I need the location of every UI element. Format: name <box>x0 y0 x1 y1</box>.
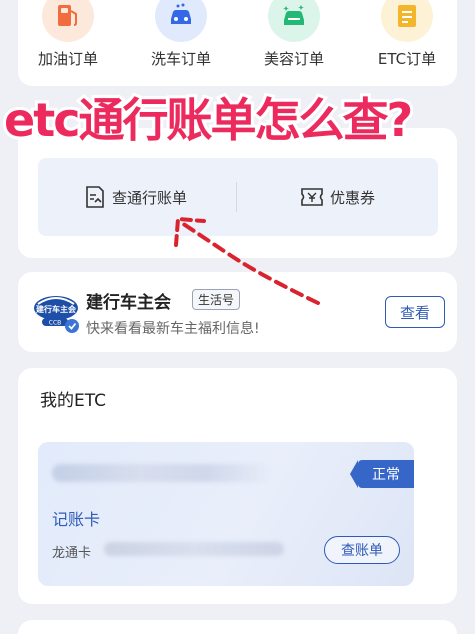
club-view-button[interactable]: 查看 <box>385 296 445 328</box>
query-toll-bill-label: 查通行账单 <box>112 188 188 207</box>
bill-divider <box>236 182 237 212</box>
my-etc-title: 我的ETC <box>40 391 106 411</box>
bill-actions-panel: 查通行账单 优惠券 <box>38 158 438 236</box>
car-wash-order-shortcut[interactable]: 洗车订单 <box>131 0 231 73</box>
coupon-button[interactable]: 优惠券 <box>300 182 375 212</box>
car-beauty-order-label: 美容订单 <box>263 50 324 68</box>
blurred-plate-info <box>52 464 272 482</box>
fuel-pump-icon <box>42 0 94 42</box>
order-shortcuts-card: 加油订单 洗车订单 美容订单 ETC订单 <box>18 0 457 86</box>
car-wash-order-label: 洗车订单 <box>150 50 211 68</box>
life-account-badge: 生活号 <box>192 289 241 310</box>
coupon-label: 优惠券 <box>330 188 376 207</box>
my-etc-card: 我的ETC 正常 记账卡 龙通卡 查账单 <box>18 368 457 604</box>
ccb-logo-text: 建行车主会 <box>35 304 76 314</box>
blurred-card-number <box>104 542 284 556</box>
car-beauty-order-shortcut[interactable]: 美容订单 <box>244 0 344 73</box>
fuel-order-shortcut[interactable]: 加油订单 <box>18 0 118 73</box>
etc-order-label: ETC订单 <box>377 50 437 68</box>
next-card-partial <box>18 620 457 634</box>
car-beauty-icon <box>268 0 320 42</box>
etc-card-name: 龙通卡 <box>52 546 92 561</box>
etc-card-type: 记账卡 <box>52 510 101 529</box>
etc-card-panel[interactable]: 正常 记账卡 龙通卡 查账单 <box>38 442 414 586</box>
ccb-car-club-card[interactable]: 建行车主会 CCB 建行车主会 生活号 快来看看最新车主福利信息! 查看 <box>18 272 457 352</box>
club-description: 快来看看最新车主福利信息! <box>86 321 260 337</box>
check-bill-button[interactable]: 查账单 <box>324 536 400 564</box>
car-wash-icon <box>155 0 207 42</box>
query-toll-bill-button[interactable]: 查通行账单 <box>84 182 187 212</box>
overlay-title: etc通行账单怎么查? <box>1 90 416 150</box>
etc-order-shortcut[interactable]: ETC订单 <box>357 0 457 73</box>
bill-document-icon <box>86 186 104 208</box>
fuel-order-label: 加油订单 <box>37 50 98 68</box>
coupon-icon <box>301 188 323 206</box>
ccb-club-logo: 建行车主会 CCB <box>32 286 80 338</box>
club-name: 建行车主会 <box>86 293 171 313</box>
etc-status-badge: 正常 <box>350 460 414 488</box>
ccb-logo-sub: CCB <box>49 320 62 327</box>
etc-receipt-icon <box>381 0 433 42</box>
